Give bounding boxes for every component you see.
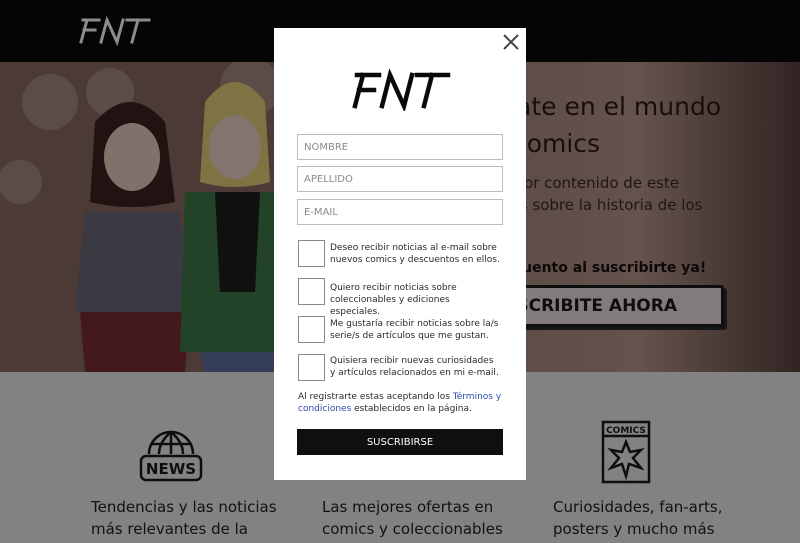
- newsletter-curiosities-label: Quisiera recibir nuevas curiosidades y a…: [330, 356, 499, 378]
- terms-notice: Al registrarte estas aceptando los Térmi…: [298, 391, 503, 415]
- terms-suffix: establecidos en la página.: [351, 404, 472, 414]
- newsletter-comics-checkbox[interactable]: [298, 240, 325, 267]
- newsletter-series-label: Me gustaría recibir noticias sobre la/s …: [330, 319, 499, 341]
- close-icon[interactable]: [502, 33, 520, 51]
- terms-prefix: Al registrarte estas aceptando los: [298, 392, 453, 402]
- newsletter-series-checkbox[interactable]: [298, 316, 325, 343]
- first-name-field[interactable]: [297, 134, 503, 160]
- last-name-field[interactable]: [297, 166, 503, 192]
- newsletter-curiosities-checkbox[interactable]: [298, 354, 325, 381]
- modal-logo: [352, 69, 451, 111]
- newsletter-collectibles-label: Quiero recibir noticias sobre colecciona…: [330, 283, 457, 317]
- newsletter-collectibles-checkbox[interactable]: [298, 278, 325, 305]
- newsletter-comics-label: Deseo recibir noticias al e-mail sobre n…: [330, 243, 500, 265]
- subscribe-button[interactable]: SUSCRIBIRSE: [297, 429, 503, 455]
- email-field[interactable]: [297, 199, 503, 225]
